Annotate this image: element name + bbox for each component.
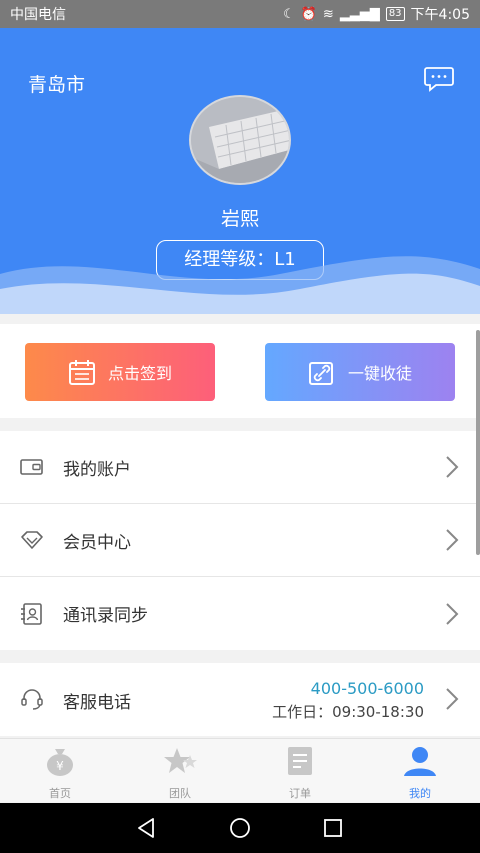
collect-button[interactable]: 一键收徒 bbox=[265, 343, 455, 401]
collect-label: 一键收徒 bbox=[347, 364, 412, 383]
tab-team[interactable]: 团队 bbox=[120, 739, 240, 802]
wifi-icon: ≋ bbox=[322, 6, 334, 22]
recents-icon[interactable] bbox=[321, 816, 345, 840]
tab-label: 团队 bbox=[169, 787, 191, 800]
user-name: 岩熙 bbox=[220, 208, 259, 230]
chevron-right-icon bbox=[446, 456, 459, 478]
tab-label: 我的 bbox=[409, 787, 431, 800]
system-nav-bar bbox=[0, 803, 480, 853]
money-bag-icon: ¥ bbox=[47, 749, 73, 776]
customer-service-row[interactable]: 客服电话 400-500-6000 工作日：09:30-18:30 bbox=[0, 663, 480, 736]
status-icons: ☾ ⏰ ≋ ▂▃▅▇ 83 下午4:05 bbox=[283, 4, 470, 24]
service-phone[interactable]: 400-500-6000 bbox=[311, 679, 424, 698]
signal-icon: ▂▃▅▇ bbox=[339, 6, 380, 22]
menu-item-label: 我的账户 bbox=[63, 459, 131, 480]
profile-header: 青岛市 岩熙 经理等级：L1 bbox=[0, 28, 480, 314]
signin-label: 点击签到 bbox=[107, 364, 172, 383]
home-icon[interactable] bbox=[228, 816, 252, 840]
avatar-image bbox=[191, 97, 289, 183]
menu-item-account[interactable]: 我的账户 bbox=[0, 431, 480, 504]
tab-orders[interactable]: 订单 bbox=[240, 739, 360, 802]
menu-item-contacts-sync[interactable]: 通讯录同步 bbox=[0, 577, 480, 650]
menu-list: 我的账户 会员中心 通讯录同步 bbox=[0, 431, 480, 650]
service-label: 客服电话 bbox=[63, 693, 131, 713]
alarm-icon: ⏰ bbox=[300, 6, 317, 22]
bottom-tab-bar: ¥ 首页 团队 订单 我的 bbox=[0, 738, 480, 802]
chevron-right-icon bbox=[446, 688, 459, 710]
stars-icon bbox=[164, 748, 197, 773]
menu-item-label: 通讯录同步 bbox=[63, 606, 148, 626]
clock: 下午4:05 bbox=[410, 7, 470, 23]
city-selector[interactable]: 青岛市 bbox=[28, 70, 85, 97]
status-bar: 中国电信 ☾ ⏰ ≋ ▂▃▅▇ 83 下午4:05 bbox=[0, 0, 480, 28]
carrier-name: 中国电信 bbox=[10, 7, 66, 23]
chevron-right-icon bbox=[446, 529, 459, 551]
quick-actions: 点击签到 一键收徒 bbox=[0, 324, 480, 418]
user-icon bbox=[404, 747, 436, 776]
tab-mine[interactable]: 我的 bbox=[360, 739, 480, 802]
wave-decoration bbox=[0, 256, 480, 314]
link-icon bbox=[308, 362, 333, 385]
calendar-icon bbox=[68, 360, 95, 385]
signin-button[interactable]: 点击签到 bbox=[25, 343, 215, 401]
headset-icon bbox=[21, 689, 43, 710]
chevron-right-icon bbox=[446, 602, 459, 625]
menu-item-member-center[interactable]: 会员中心 bbox=[0, 504, 480, 577]
wallet-icon bbox=[20, 459, 43, 475]
document-icon bbox=[288, 747, 312, 775]
back-icon[interactable] bbox=[135, 816, 159, 840]
battery-icon: 83 bbox=[385, 7, 405, 21]
contacts-icon bbox=[21, 602, 42, 625]
scrollbar[interactable] bbox=[476, 330, 480, 555]
tab-label: 首页 bbox=[49, 787, 71, 800]
diamond-icon bbox=[21, 531, 43, 549]
message-icon[interactable] bbox=[424, 66, 454, 92]
tab-home[interactable]: ¥ 首页 bbox=[0, 739, 120, 802]
avatar[interactable] bbox=[189, 95, 291, 185]
tab-label: 订单 bbox=[289, 787, 311, 800]
svg-text:¥: ¥ bbox=[56, 759, 64, 773]
moon-icon: ☾ bbox=[283, 6, 295, 22]
service-hours: 工作日：09:30-18:30 bbox=[272, 703, 424, 721]
menu-item-label: 会员中心 bbox=[63, 532, 131, 553]
